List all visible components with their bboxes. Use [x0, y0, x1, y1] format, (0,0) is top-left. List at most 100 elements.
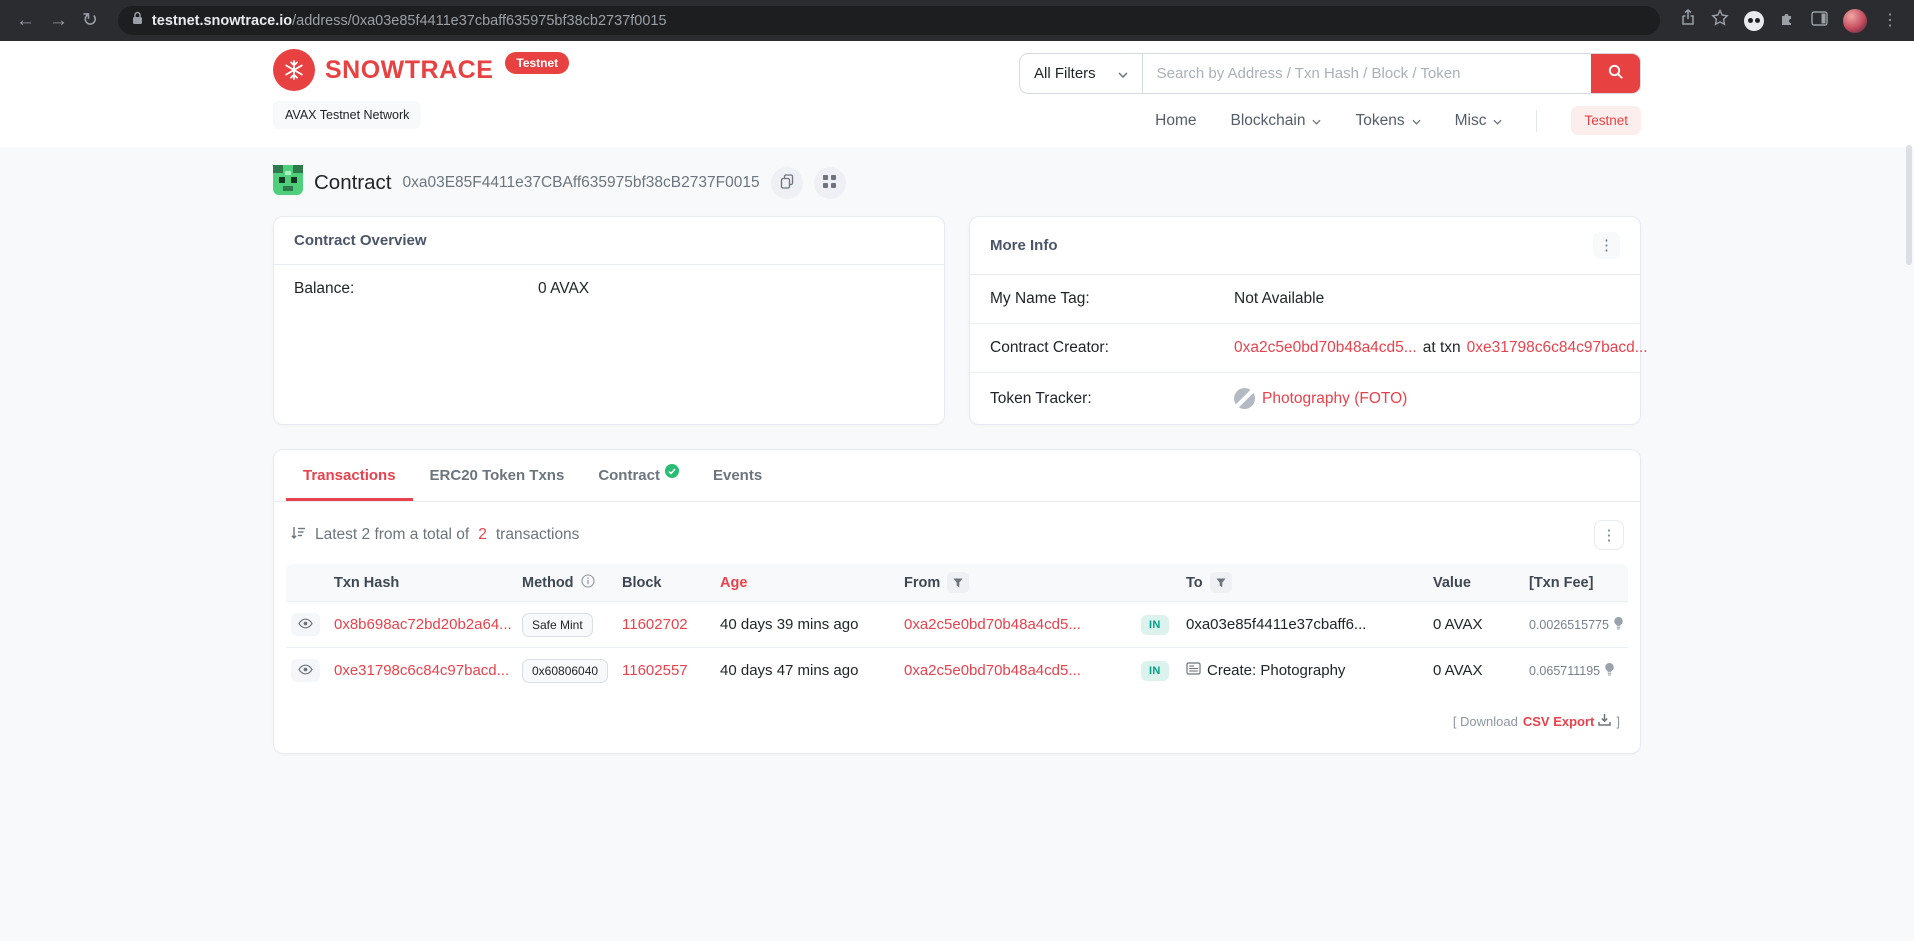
direction-badge: IN	[1141, 660, 1169, 681]
download-prefix: [ Download	[1452, 713, 1518, 729]
url-path: /address/0xa03e85f4411e37cbaff635975bf38…	[292, 12, 667, 29]
name-tag-row: My Name Tag: Not Available	[970, 275, 1640, 323]
search-input[interactable]	[1142, 54, 1591, 93]
contract-address: 0xa03E85F4411e37CBAff635975bf38cB2737F00…	[402, 173, 760, 191]
to-contract-create: Create: Photography	[1207, 662, 1346, 679]
from-filter-button[interactable]	[947, 572, 970, 593]
brand-name: SNOWTRACE	[325, 55, 494, 84]
filter-label: All Filters	[1034, 65, 1096, 82]
txn-fee-value: 0.0026515775	[1529, 617, 1609, 632]
gas-bulb-icon	[1613, 616, 1624, 634]
col-value: Value	[1433, 574, 1471, 591]
download-suffix: ]	[1616, 713, 1620, 729]
scrollbar-thumb[interactable]	[1906, 145, 1912, 265]
txn-fee-value: 0.065711195	[1529, 663, 1601, 678]
nav-testnet-badge[interactable]: Testnet	[1571, 106, 1641, 135]
contract-title-row: Contract 0xa03E85F4411e37CBAff635975bf38…	[273, 163, 1641, 216]
page-title: Contract	[314, 170, 392, 194]
chevron-down-icon	[1493, 112, 1503, 130]
balance-row: Balance: 0 AVAX	[274, 265, 944, 313]
share-icon[interactable]	[1680, 9, 1696, 32]
block-link[interactable]: 11602702	[622, 616, 720, 633]
tab-transactions[interactable]: Transactions	[286, 450, 413, 501]
tx-row: 0xe31798c6c84c97bacd... 0x60806040 11602…	[286, 647, 1628, 693]
forward-icon[interactable]: →	[49, 11, 68, 30]
token-tracker-label: Token Tracker:	[990, 389, 1092, 407]
block-link[interactable]: 11602557	[622, 662, 720, 679]
verified-check-icon	[664, 464, 679, 478]
name-tag-label: My Name Tag:	[990, 290, 1090, 307]
info-icon[interactable]	[580, 573, 595, 592]
creator-address-link[interactable]: 0xa2c5e0bd70b48a4cd5...	[1234, 339, 1417, 357]
download-icon	[1598, 713, 1612, 729]
to-filter-button[interactable]	[1209, 572, 1232, 593]
token-logo-icon	[1234, 388, 1255, 409]
txn-hash-link[interactable]: 0xe31798c6c84c97bacd...	[334, 662, 522, 679]
from-address-link[interactable]: 0xa2c5e0bd70b48a4cd5...	[904, 662, 1141, 679]
col-txn-hash: Txn Hash	[334, 574, 400, 591]
method-badge: 0x60806040	[522, 658, 609, 683]
col-age[interactable]: Age	[720, 575, 904, 591]
tab-erc20-token-txns[interactable]: ERC20 Token Txns	[413, 450, 582, 501]
chrome-menu-icon[interactable]: ⋮	[1882, 12, 1898, 29]
nav-tokens[interactable]: Tokens	[1355, 112, 1421, 130]
network-label: AVAX Testnet Network	[273, 101, 422, 129]
url-text: testnet.snowtrace.io/address/0xa03e85f44…	[152, 13, 667, 29]
csv-export-row: [ Download CSV Export ]	[286, 693, 1628, 753]
age-value: 40 days 39 mins ago	[720, 616, 859, 633]
creator-txn-link[interactable]: 0xe31798c6c84c97bacd...	[1467, 339, 1648, 357]
search-icon	[1608, 64, 1624, 83]
url-domain: testnet.snowtrace.io	[151, 12, 293, 29]
preview-eye-button[interactable]	[291, 613, 320, 636]
token-tracker-row: Token Tracker: Photography (FOTO)	[970, 372, 1640, 424]
token-tracker-link[interactable]: Photography (FOTO)	[1262, 390, 1407, 408]
sidebar-icon[interactable]	[1811, 10, 1828, 31]
gas-bulb-icon	[1604, 662, 1615, 680]
more-info-menu-button[interactable]: ⋮	[1593, 232, 1620, 259]
address-bar[interactable]: testnet.snowtrace.io/address/0xa03e85f44…	[117, 6, 1660, 35]
browser-chrome: ← → ↻ testnet.snowtrace.io/address/0xa03…	[0, 0, 1914, 41]
tx-table-header: Txn Hash Method Block Age From To Value …	[286, 564, 1628, 601]
col-to: To	[1186, 574, 1203, 591]
nav-misc[interactable]: Misc	[1455, 112, 1503, 130]
search-filter-dropdown[interactable]: All Filters	[1020, 54, 1143, 93]
site-header: SNOWTRACE Testnet AVAX Testnet Network A…	[0, 41, 1914, 147]
summary-prefix: Latest 2 from a total of	[315, 526, 470, 543]
summary-suffix: transactions	[495, 526, 580, 543]
adblock-extension-icon[interactable]	[1744, 10, 1764, 31]
qr-code-button[interactable]	[813, 166, 846, 199]
nav-blockchain[interactable]: Blockchain	[1231, 112, 1322, 130]
profile-avatar[interactable]	[1843, 8, 1867, 33]
preview-eye-button[interactable]	[291, 659, 320, 682]
qr-grid-icon	[823, 174, 837, 191]
contract-doc-icon	[1186, 662, 1201, 679]
contract-blockie-avatar	[273, 165, 303, 200]
tab-contract[interactable]: Contract	[581, 450, 696, 501]
col-from: From	[904, 574, 941, 591]
col-method: Method	[522, 574, 574, 591]
summary-count: 2	[478, 526, 487, 543]
direction-badge: IN	[1141, 614, 1169, 635]
chevron-down-icon	[1118, 65, 1128, 82]
more-info-card-title: More Info	[990, 237, 1058, 254]
tx-table-menu-button[interactable]: ⋮	[1594, 520, 1624, 550]
extensions-puzzle-icon[interactable]	[1779, 10, 1796, 32]
method-badge: Safe Mint	[522, 612, 593, 637]
copy-address-button[interactable]	[770, 166, 803, 199]
snowflake-icon	[273, 49, 315, 91]
search-bar: All Filters	[1019, 53, 1641, 94]
snowtrace-logo[interactable]: SNOWTRACE Testnet	[273, 49, 570, 91]
contract-overview-card: Contract Overview Balance: 0 AVAX	[273, 216, 945, 425]
search-button[interactable]	[1591, 54, 1640, 93]
tx-summary: Latest 2 from a total of 2 transactions	[290, 526, 579, 545]
tx-row: 0x8b698ac72bd20b2a64... Safe Mint 116027…	[286, 601, 1628, 647]
from-address-link[interactable]: 0xa2c5e0bd70b48a4cd5...	[904, 616, 1141, 633]
back-icon[interactable]: ←	[16, 11, 35, 30]
reload-icon[interactable]: ↻	[82, 11, 98, 30]
nav-home[interactable]: Home	[1155, 112, 1196, 130]
chevron-down-icon	[1412, 112, 1421, 130]
txn-hash-link[interactable]: 0x8b698ac72bd20b2a64...	[334, 616, 522, 633]
csv-export-link[interactable]: CSV Export	[1523, 713, 1612, 729]
bookmark-star-icon[interactable]	[1711, 8, 1729, 32]
tab-events[interactable]: Events	[696, 450, 779, 501]
